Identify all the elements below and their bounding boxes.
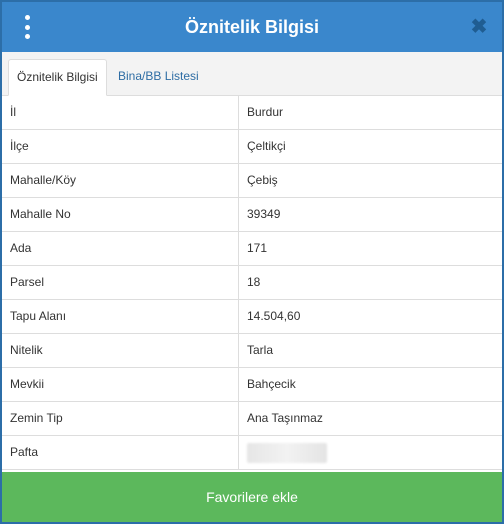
row-value: 171 [238,232,502,265]
row-value-redacted [238,436,502,469]
row-key: Nitelik [10,343,43,357]
table-row: Ada 171 [2,232,502,266]
table-row: Nitelik Tarla [2,334,502,368]
table-row: İl Burdur [2,96,502,130]
row-key: İlçe [10,139,29,153]
row-value: 39349 [238,198,502,231]
row-value: Çebiş [238,164,502,197]
row-key: Pafta [10,445,39,459]
tab-attribute-info[interactable]: Öznitelik Bilgisi [8,59,107,96]
row-value: 18 [238,266,502,299]
table-row: Tapu Alanı 14.504,60 [2,300,502,334]
table-row: Parsel 18 [2,266,502,300]
table-row: Pafta [2,436,502,470]
table-row: Mahalle/Köy Çebiş [2,164,502,198]
tab-building-list[interactable]: Bina/BB Listesi [110,59,207,95]
row-key: İl [10,105,16,119]
table-row: Mahalle No 39349 [2,198,502,232]
row-key: Ada [10,241,32,255]
dialog-title: Öznitelik Bilgisi [184,17,320,37]
row-key: Mahalle No [10,207,71,221]
row-value: Çeltikçi [238,130,502,163]
add-to-favorites-button[interactable]: Favorilere ekle [2,472,502,522]
row-value: Ana Taşınmaz [238,402,502,435]
row-key: Mevkii [10,377,45,391]
row-value: 14.504,60 [238,300,502,333]
row-key: Parsel [10,275,45,289]
dialog-header: Öznitelik Bilgisi ✖ [2,2,502,52]
attribute-info-dialog: Öznitelik Bilgisi ✖ Öznitelik Bilgisi Bi… [0,0,504,524]
attribute-table: İl Burdur İlçe Çeltikçi Mahalle/Köy Çebi… [2,96,502,470]
row-key: Zemin Tip [10,411,63,425]
tab-bar: Öznitelik Bilgisi Bina/BB Listesi [2,52,502,96]
close-icon[interactable]: ✖ [468,15,490,39]
row-value: Burdur [238,96,502,129]
table-row: Zemin Tip Ana Taşınmaz [2,402,502,436]
redacted-value [247,442,327,463]
row-value: Bahçecik [238,368,502,401]
row-key: Mahalle/Köy [10,173,77,187]
table-row: Mevkii Bahçecik [2,368,502,402]
table-row: İlçe Çeltikçi [2,130,502,164]
row-value: Tarla [238,334,502,367]
row-key: Tapu Alanı [10,309,67,323]
